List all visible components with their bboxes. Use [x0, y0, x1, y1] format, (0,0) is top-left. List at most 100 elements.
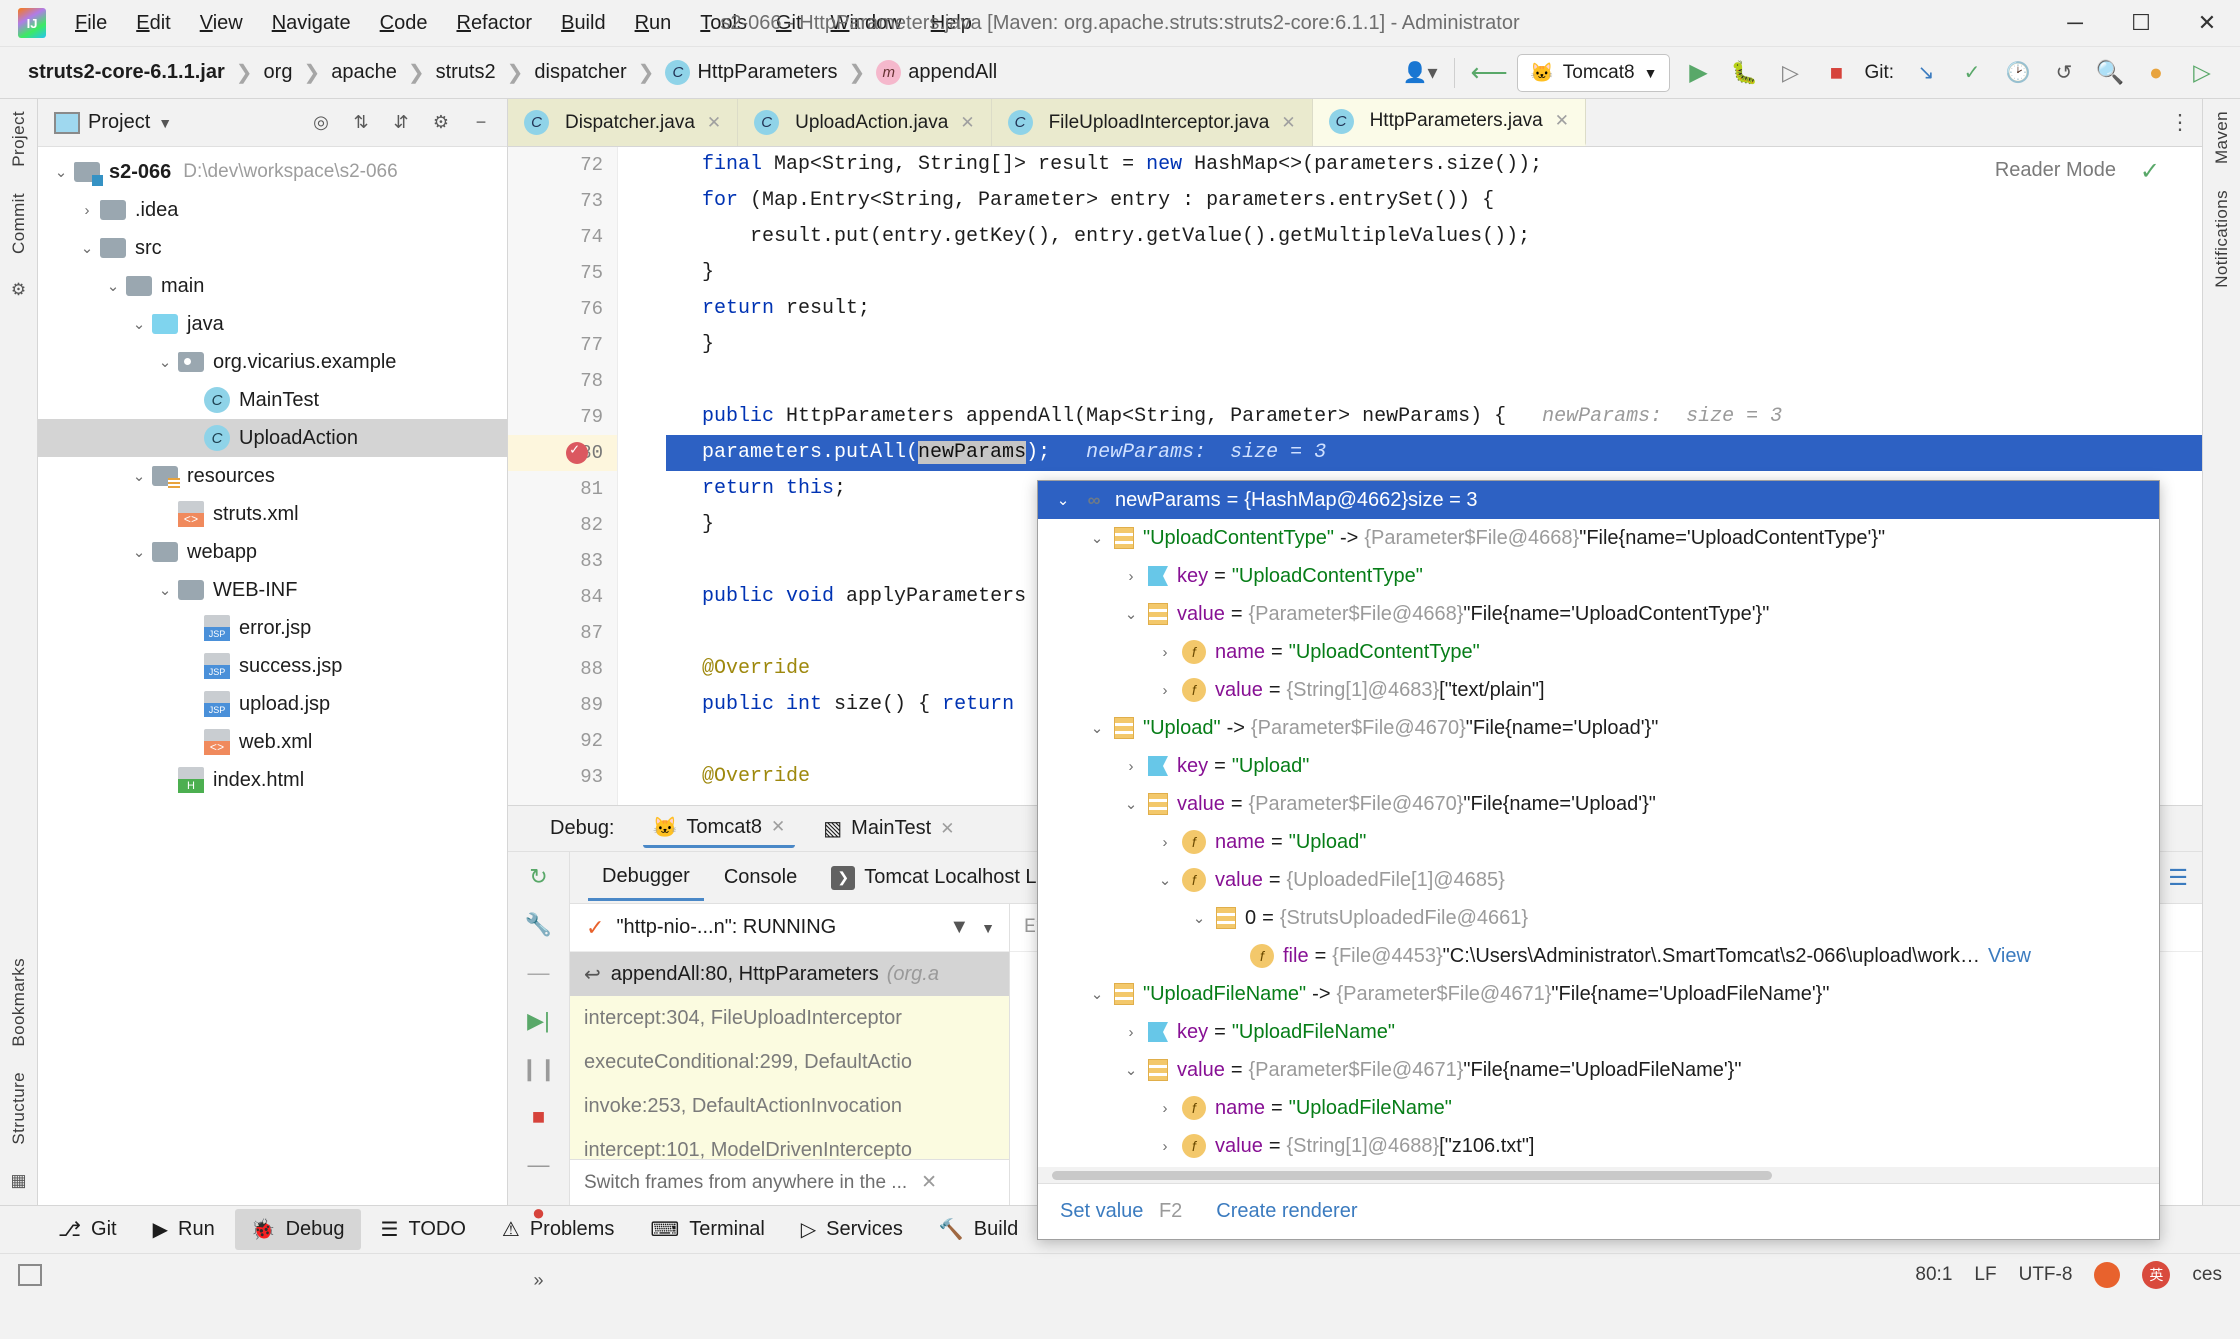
debug-tree-row[interactable]: ⌄value = {Parameter$File@4668} "File{nam… [1038, 595, 2159, 633]
gutter-line[interactable]: 80 [508, 435, 617, 471]
gutter-line[interactable]: 93 [508, 759, 617, 795]
rollback-icon[interactable]: ↺ [2046, 55, 2082, 91]
debug-tree-row[interactable]: ›fname = "Upload" [1038, 823, 2159, 861]
tool-window-button-services[interactable]: ▷Services [785, 1209, 919, 1250]
menu-item-code[interactable]: Code [367, 6, 441, 41]
tree-expand-arrow[interactable]: ⌄ [74, 239, 100, 257]
expand-all-icon[interactable]: ⇅ [345, 107, 377, 139]
editor-gutter[interactable]: 7273−7475⌃76777879−808182⌃8384−878889929… [508, 147, 618, 805]
debug-session-maintest[interactable]: ▧MainTest✕ [813, 810, 964, 848]
debug-tree-row[interactable]: ›fvalue = {String[1]@4683} ["text/plain"… [1038, 671, 2159, 709]
stack-frame[interactable]: intercept:101, ModelDrivenIntercepto [570, 1128, 1009, 1159]
popup-horizontal-scrollbar[interactable] [1038, 1167, 2159, 1183]
tree-node[interactable]: ›.idea [38, 191, 507, 229]
tree-expand-arrow[interactable]: ⌄ [152, 581, 178, 599]
tree-node[interactable]: ⌄java [38, 305, 507, 343]
tree-node[interactable]: ⌄WEB-INF [38, 571, 507, 609]
filter-icon[interactable]: ▼ [949, 916, 969, 939]
tree-node[interactable]: CUploadAction [38, 419, 507, 457]
rail-item-maven[interactable]: Maven [2212, 111, 2232, 164]
tree-expand-arrow[interactable]: ⌄ [1114, 1061, 1148, 1079]
debug-tree-row[interactable]: ⌄value = {Parameter$File@4670} "File{nam… [1038, 785, 2159, 823]
breadcrumb-item-httpparameters[interactable]: CHttpParameters [659, 57, 843, 88]
tree-expand-arrow[interactable]: › [1148, 644, 1182, 661]
thread-selector[interactable]: ✓ "http-nio-...n": RUNNING ▼ ▼ [570, 904, 1009, 952]
maximize-button[interactable]: ☐ [2108, 0, 2174, 47]
tree-expand-arrow[interactable]: › [1148, 682, 1182, 699]
more-icon[interactable]: ▷ [2184, 55, 2220, 91]
gutter-line[interactable]: 75⌃ [508, 255, 617, 291]
menu-item-edit[interactable]: Edit [123, 6, 183, 41]
tool-window-button-build[interactable]: 🔨Build [923, 1209, 1034, 1250]
breadcrumb-item-struts2-core-6-1-1-jar[interactable]: struts2-core-6.1.1.jar [22, 58, 231, 87]
close-icon[interactable]: ✕ [960, 113, 974, 133]
pause-icon[interactable]: ❙❙ [519, 1056, 559, 1082]
debug-session-tomcat8[interactable]: 🐱Tomcat8✕ [643, 810, 796, 848]
menu-item-help[interactable]: Help [918, 6, 985, 41]
resume-icon[interactable]: ▶| [519, 1008, 559, 1034]
rerun-icon[interactable]: ↻ [519, 864, 559, 890]
tree-expand-arrow[interactable]: › [1148, 1100, 1182, 1117]
tree-expand-arrow[interactable]: ⌄ [152, 353, 178, 371]
close-button[interactable]: ✕ [2174, 0, 2240, 47]
hide-icon[interactable]: − [465, 107, 497, 139]
breadcrumb-item-struts2[interactable]: struts2 [430, 58, 502, 87]
menu-item-refactor[interactable]: Refactor [443, 6, 545, 41]
breadcrumb-item-appendall[interactable]: mappendAll [870, 57, 1003, 88]
debug-tree-row[interactable]: ›key = "UploadContentType" [1038, 557, 2159, 595]
gutter-line[interactable]: 77 [508, 327, 617, 363]
close-icon[interactable]: ✕ [921, 1171, 937, 1194]
debug-tab-debugger[interactable]: Debugger [588, 855, 704, 901]
gutter-line[interactable]: 72 [508, 147, 617, 183]
close-icon[interactable]: ✕ [1555, 111, 1569, 131]
tree-node[interactable]: ⌄main [38, 267, 507, 305]
tree-expand-arrow[interactable]: ⌄ [1148, 871, 1182, 889]
create-renderer-action[interactable]: Create renderer [1216, 1200, 1357, 1223]
code-line[interactable]: parameters.putAll(newParams); newParams:… [666, 435, 2202, 471]
rail-item-commit[interactable]: Commit [9, 193, 29, 254]
tree-node[interactable]: ⌄resources [38, 457, 507, 495]
menu-item-tools[interactable]: Tools [687, 6, 760, 41]
menu-item-git[interactable]: Git [763, 6, 815, 41]
tool-window-button-git[interactable]: ⎇Git [42, 1209, 133, 1250]
stop-icon[interactable]: ■ [519, 1104, 559, 1130]
gutter-line[interactable]: 83 [508, 543, 617, 579]
build-icon[interactable]: ⟵ [1471, 55, 1507, 91]
line-separator[interactable]: LF [1974, 1264, 1996, 1286]
code-line[interactable]: return result; [666, 291, 2202, 327]
rail-item-project[interactable]: Project [9, 111, 29, 167]
tree-expand-arrow[interactable]: ⌄ [126, 543, 152, 561]
tool-window-button-terminal[interactable]: ⌨Terminal [634, 1209, 780, 1250]
tree-node[interactable]: upload.jsp [38, 685, 507, 723]
structure-icon[interactable]: ⚙ [11, 280, 26, 300]
run-icon[interactable]: ▶ [1680, 55, 1716, 91]
debug-tree-row[interactable]: ›fname = "UploadContentType" [1038, 633, 2159, 671]
stack-frame[interactable]: executeConditional:299, DefaultActio [570, 1040, 1009, 1084]
gutter-line[interactable]: 76 [508, 291, 617, 327]
debug-value-popup[interactable]: ⌄∞newParams = {HashMap@4662} size = 3⌄"U… [1037, 480, 2160, 1240]
tree-expand-arrow[interactable]: ⌄ [126, 315, 152, 333]
locate-icon[interactable]: ◎ [305, 107, 337, 139]
tree-expand-arrow[interactable]: ⌄ [1080, 985, 1114, 1003]
memory-indicator-icon[interactable] [18, 1264, 42, 1286]
gear-icon[interactable]: ⚙ [425, 107, 457, 139]
gutter-line[interactable]: 74 [508, 219, 617, 255]
commit-icon[interactable]: ✓ [1954, 55, 1990, 91]
breadcrumb-item-apache[interactable]: apache [325, 58, 403, 87]
editor-tab-dispatcher[interactable]: CDispatcher.java✕ [508, 99, 738, 146]
project-tree[interactable]: ⌄s2-066D:\dev\workspace\s2-066›.idea⌄src… [38, 147, 507, 1205]
tab-options-icon[interactable]: ⋮ [2158, 99, 2202, 146]
frames-list[interactable]: ↩appendAll:80, HttpParameters(org.ainter… [570, 952, 1009, 1159]
gutter-line[interactable]: 84− [508, 579, 617, 615]
close-icon[interactable]: ✕ [707, 113, 721, 133]
menu-item-view[interactable]: View [187, 6, 256, 41]
debug-tree-row[interactable]: ⌄"UploadFileName" -> {Parameter$File@467… [1038, 975, 2159, 1013]
tree-node[interactable]: index.html [38, 761, 507, 799]
tree-node[interactable]: ⌄webapp [38, 533, 507, 571]
set-value-action[interactable]: Set value F2 [1060, 1200, 1182, 1223]
file-encoding[interactable]: UTF-8 [2019, 1264, 2073, 1286]
tree-expand-arrow[interactable]: ⌄ [1114, 605, 1148, 623]
tree-expand-arrow[interactable]: ⌄ [126, 467, 152, 485]
tree-expand-arrow[interactable]: ⌄ [1046, 491, 1080, 509]
debug-value-tree[interactable]: ⌄∞newParams = {HashMap@4662} size = 3⌄"U… [1038, 481, 2159, 1167]
